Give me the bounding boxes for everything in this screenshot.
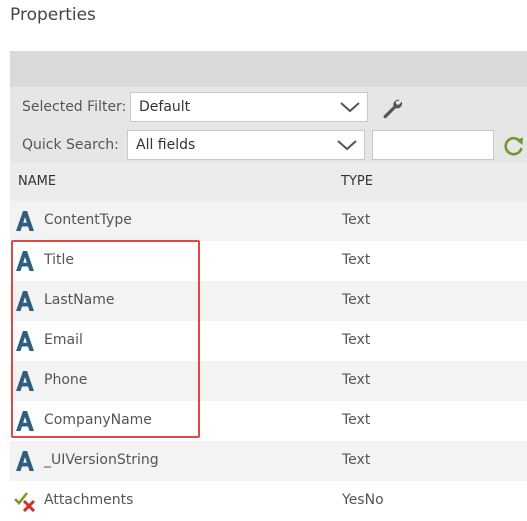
property-name: Attachments xyxy=(44,492,134,508)
property-type: Text xyxy=(342,332,371,348)
quick-search-scope-dropdown[interactable]: All fields xyxy=(127,130,365,160)
property-type: Text xyxy=(342,292,371,308)
text-field-icon xyxy=(16,411,34,431)
property-type: YesNo xyxy=(342,492,384,508)
selected-filter-value: Default xyxy=(139,99,191,115)
text-field-icon xyxy=(16,371,34,391)
table-row[interactable]: Attachments YesNo xyxy=(10,481,527,521)
refresh-icon[interactable] xyxy=(503,135,525,157)
quick-search-label: Quick Search: xyxy=(22,137,119,153)
table-row[interactable]: Email Text xyxy=(10,321,527,361)
text-field-icon xyxy=(16,331,34,351)
page-title: Properties xyxy=(10,5,96,25)
property-name: LastName xyxy=(44,292,115,308)
text-field-icon xyxy=(16,211,34,231)
filter-panel-band xyxy=(10,51,527,87)
text-field-icon xyxy=(16,451,34,471)
text-field-icon xyxy=(16,291,34,311)
property-name: Phone xyxy=(44,372,88,388)
selected-filter-label: Selected Filter: xyxy=(22,99,127,115)
column-header-name[interactable]: NAME xyxy=(18,174,56,189)
property-name: Email xyxy=(44,332,83,348)
column-header-type[interactable]: TYPE xyxy=(341,174,373,189)
text-field-icon xyxy=(16,251,34,271)
property-name: Title xyxy=(44,252,75,268)
table-row[interactable]: CompanyName Text xyxy=(10,401,527,441)
properties-table: ContentType Text Title Text LastName Tex… xyxy=(10,201,527,521)
table-row[interactable]: Phone Text xyxy=(10,361,527,401)
property-name: CompanyName xyxy=(44,412,152,428)
property-type: Text xyxy=(342,412,371,428)
chevron-down-icon xyxy=(340,102,360,113)
selected-filter-dropdown[interactable]: Default xyxy=(130,92,368,122)
table-row[interactable]: Title Text xyxy=(10,241,527,281)
property-name: _UIVersionString xyxy=(44,452,159,468)
quick-search-scope-value: All fields xyxy=(136,137,196,153)
property-type: Text xyxy=(342,372,371,388)
table-row[interactable]: ContentType Text xyxy=(10,201,527,241)
table-row[interactable]: LastName Text xyxy=(10,281,527,321)
quick-search-input[interactable] xyxy=(372,130,494,160)
yes-no-field-icon xyxy=(14,492,36,512)
wrench-icon[interactable] xyxy=(380,96,404,120)
property-type: Text xyxy=(342,252,371,268)
property-type: Text xyxy=(342,212,371,228)
property-name: ContentType xyxy=(44,212,132,228)
property-type: Text xyxy=(342,452,371,468)
table-row[interactable]: _UIVersionString Text xyxy=(10,441,527,481)
chevron-down-icon xyxy=(337,140,357,151)
table-header: NAME TYPE xyxy=(10,163,527,201)
